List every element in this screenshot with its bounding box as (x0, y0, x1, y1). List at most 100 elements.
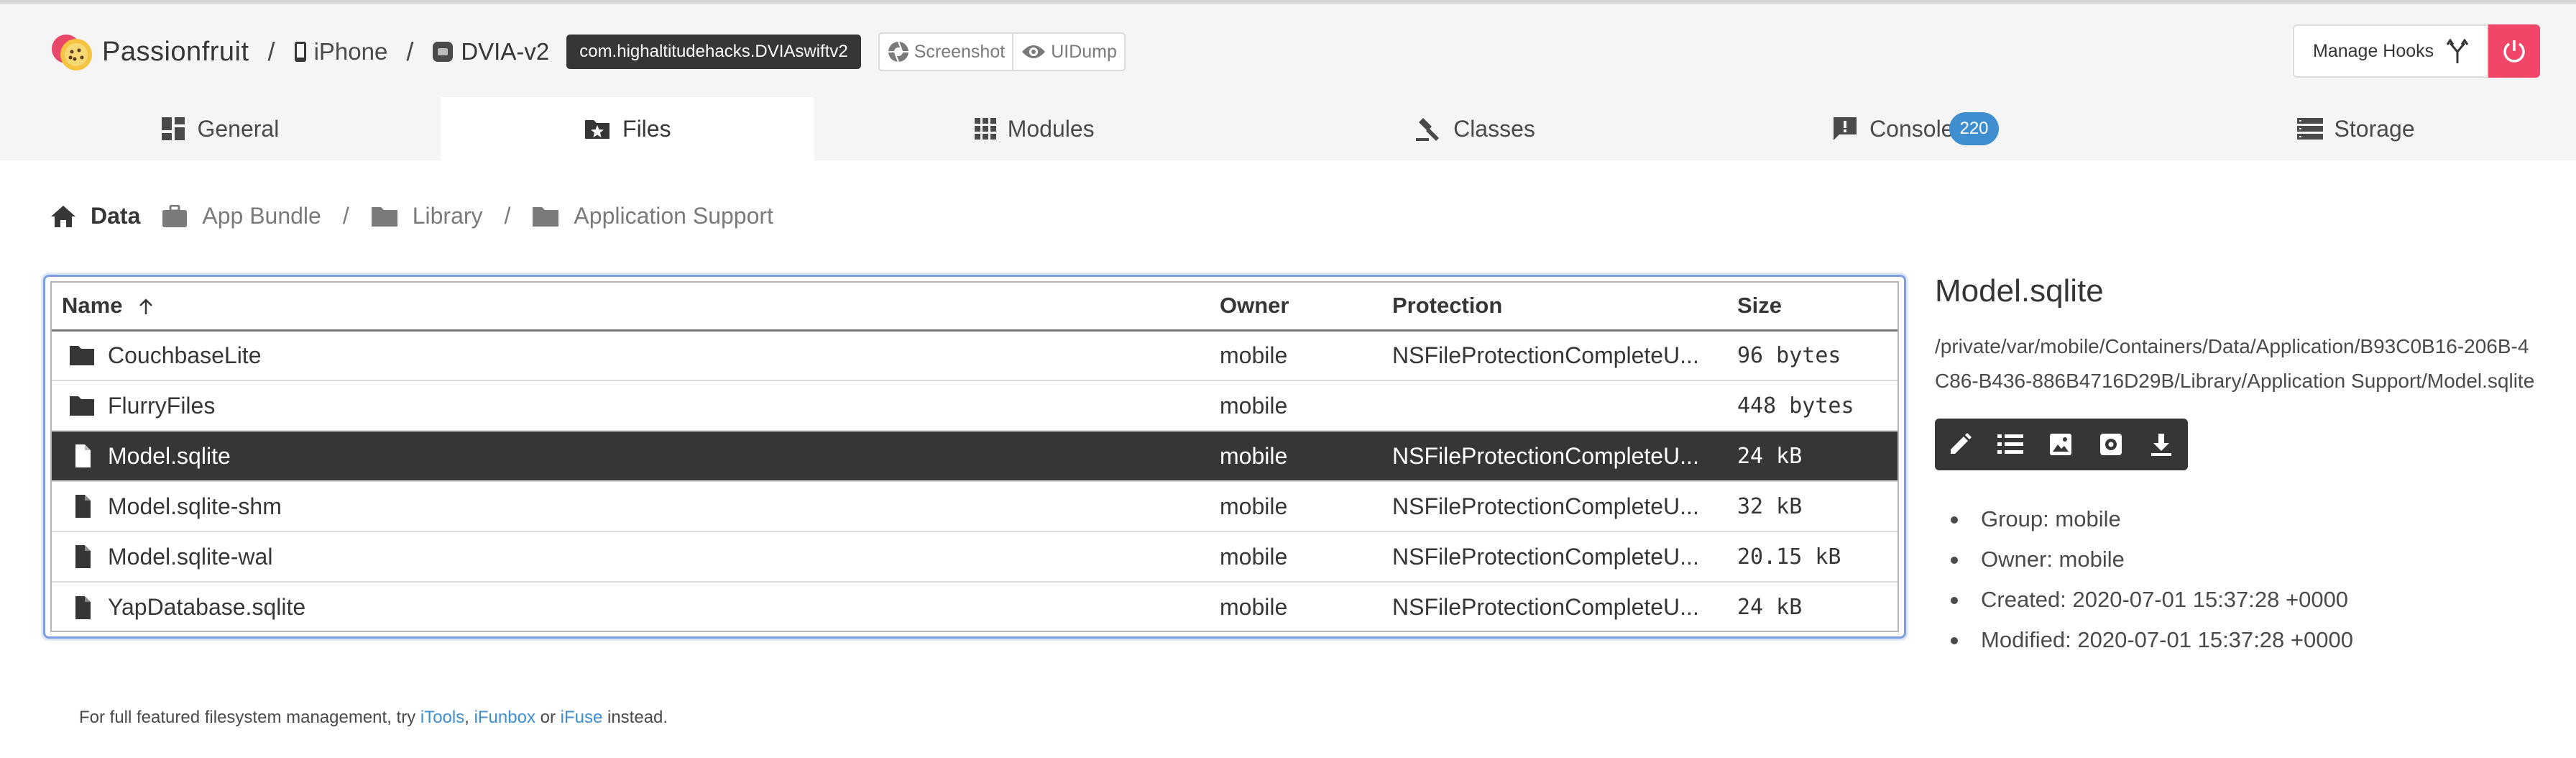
file-icon (75, 444, 91, 467)
tab-general-label: General (197, 115, 280, 142)
tab-files[interactable]: Files (440, 97, 814, 160)
device-name: iPhone (313, 38, 388, 65)
cell-protection: NSFileProtectionCompleteU... (1382, 329, 1727, 380)
file-detail-panel: Model.sqlite /private/var/mobile/Contain… (1935, 273, 2539, 660)
footnote-comma: , (464, 708, 474, 727)
tab-general[interactable]: General (0, 97, 441, 160)
screenshot-label: Screenshot (914, 41, 1006, 62)
tab-storage-label: Storage (2334, 115, 2415, 142)
file-table-frame: Name Owner Protection Size CouchbaseLite… (50, 281, 1899, 632)
table-row[interactable]: YapDatabase.sqlite mobile NSFileProtecti… (52, 581, 1898, 631)
screenshot-button[interactable]: Screenshot (878, 32, 1014, 71)
cell-size: 32 kB (1727, 480, 1898, 531)
link-itools[interactable]: iTools (420, 708, 464, 727)
cell-size: 448 bytes (1727, 380, 1898, 431)
cell-protection (1382, 380, 1727, 431)
view-list-button[interactable] (1985, 419, 2036, 470)
passionfruit-logo-icon (52, 35, 92, 70)
tab-storage[interactable]: Storage (2135, 97, 2576, 160)
cell-name: YapDatabase.sqlite (52, 581, 1210, 631)
file-properties: Group: mobile Owner: mobile Created: 202… (1935, 499, 2539, 660)
image-icon (2050, 434, 2071, 455)
prop-group: Group: mobile (1935, 499, 2539, 539)
tab-console-label: Console (1869, 115, 1954, 142)
top-bar: Passionfruit / iPhone / DVIA-v2 com.high… (50, 26, 1126, 78)
device-crumb[interactable]: iPhone (294, 38, 388, 65)
table-row[interactable]: CouchbaseLite mobile NSFileProtectionCom… (52, 329, 1898, 380)
breadcrumb-application-support-label: Application Support (574, 203, 773, 229)
download-icon (2151, 434, 2171, 456)
cell-name: Model.sqlite (52, 430, 1210, 481)
briefcase-icon (162, 204, 188, 227)
edit-icon (1951, 433, 1972, 454)
file-icon (75, 495, 91, 518)
folder-icon (70, 396, 94, 416)
cell-size: 24 kB (1727, 430, 1898, 481)
footnote: For full featured filesystem management,… (79, 708, 668, 728)
tab-modules[interactable]: Modules (814, 97, 1255, 160)
alert-box-icon (1834, 117, 1857, 140)
table-row[interactable]: Model.sqlite-wal mobile NSFileProtection… (52, 531, 1898, 582)
download-button[interactable] (2136, 419, 2186, 470)
tab-classes[interactable]: Classes (1255, 97, 1696, 160)
cell-owner: mobile (1210, 531, 1382, 582)
cell-name: FlurryFiles (52, 380, 1210, 431)
cell-protection: NSFileProtectionCompleteU... (1382, 430, 1727, 481)
breadcrumb-app-bundle[interactable]: App Bundle (162, 203, 321, 229)
breadcrumb-library[interactable]: Library (371, 203, 483, 229)
app-crumb[interactable]: DVIA-v2 (432, 38, 549, 65)
table-row[interactable]: FlurryFiles mobile 448 bytes (52, 380, 1898, 431)
folder-icon (70, 346, 94, 366)
file-name: FlurryFiles (108, 392, 216, 419)
cell-name: Model.sqlite-wal (52, 531, 1210, 582)
breadcrumb-separator: / (342, 203, 349, 229)
tab-console[interactable]: Console 220 (1695, 97, 2135, 160)
column-header-owner-label: Owner (1220, 293, 1289, 319)
capture-tools: Screenshot UIDump (878, 32, 1126, 71)
breadcrumb-separator: / (406, 37, 414, 66)
column-header-size[interactable]: Size (1727, 283, 1898, 332)
tab-files-label: Files (622, 115, 671, 142)
app-logo[interactable]: Passionfruit (50, 30, 249, 73)
footnote-prefix: For full featured filesystem management,… (79, 708, 420, 727)
cell-owner: mobile (1210, 380, 1382, 431)
column-header-size-label: Size (1737, 293, 1782, 319)
manage-hooks-label: Manage Hooks (2313, 40, 2434, 61)
prop-owner: Owner: mobile (1935, 539, 2539, 580)
breadcrumb-application-support[interactable]: Application Support (532, 203, 773, 229)
cell-owner: mobile (1210, 329, 1382, 380)
breadcrumb-separator: / (504, 203, 511, 229)
edit-button[interactable] (1935, 419, 1985, 470)
disconnect-button[interactable] (2488, 24, 2541, 78)
cell-protection: NSFileProtectionCompleteU... (1382, 531, 1727, 582)
link-ifunbox[interactable]: iFunbox (474, 708, 535, 727)
console-count-badge: 220 (1949, 112, 1999, 145)
app-icon (433, 42, 454, 62)
breadcrumb-data[interactable]: Data (50, 203, 140, 229)
file-table-container: Name Owner Protection Size CouchbaseLite… (43, 275, 1906, 639)
footnote-suffix: instead. (602, 708, 668, 727)
table-row[interactable]: Model.sqlite-shm mobile NSFileProtection… (52, 480, 1898, 531)
home-icon (51, 205, 75, 227)
folder-icon (371, 206, 397, 227)
settings-button[interactable] (2086, 419, 2136, 470)
app-crumb-name: DVIA-v2 (461, 38, 550, 65)
file-icon (75, 545, 91, 568)
table-row-selected[interactable]: Model.sqlite mobile NSFileProtectionComp… (52, 430, 1898, 481)
tab-classes-label: Classes (1453, 115, 1535, 142)
sort-ascending-icon (139, 298, 152, 315)
file-name: YapDatabase.sqlite (108, 594, 306, 620)
column-header-owner[interactable]: Owner (1210, 283, 1382, 332)
view-image-button[interactable] (2036, 419, 2086, 470)
prop-created: Created: 2020-07-01 15:37:28 +0000 (1935, 580, 2539, 620)
cell-owner: mobile (1210, 480, 1382, 531)
column-header-name[interactable]: Name (52, 283, 1210, 332)
manage-hooks-button[interactable]: Manage Hooks (2293, 24, 2489, 78)
folder-star-icon (585, 120, 610, 139)
hook-fork-icon (2447, 39, 2469, 63)
uidump-button[interactable]: UIDump (1013, 32, 1126, 71)
power-icon (2503, 40, 2525, 63)
column-header-protection[interactable]: Protection (1382, 283, 1727, 332)
file-name: Model.sqlite-shm (108, 493, 282, 519)
link-ifuse[interactable]: iFuse (561, 708, 603, 727)
